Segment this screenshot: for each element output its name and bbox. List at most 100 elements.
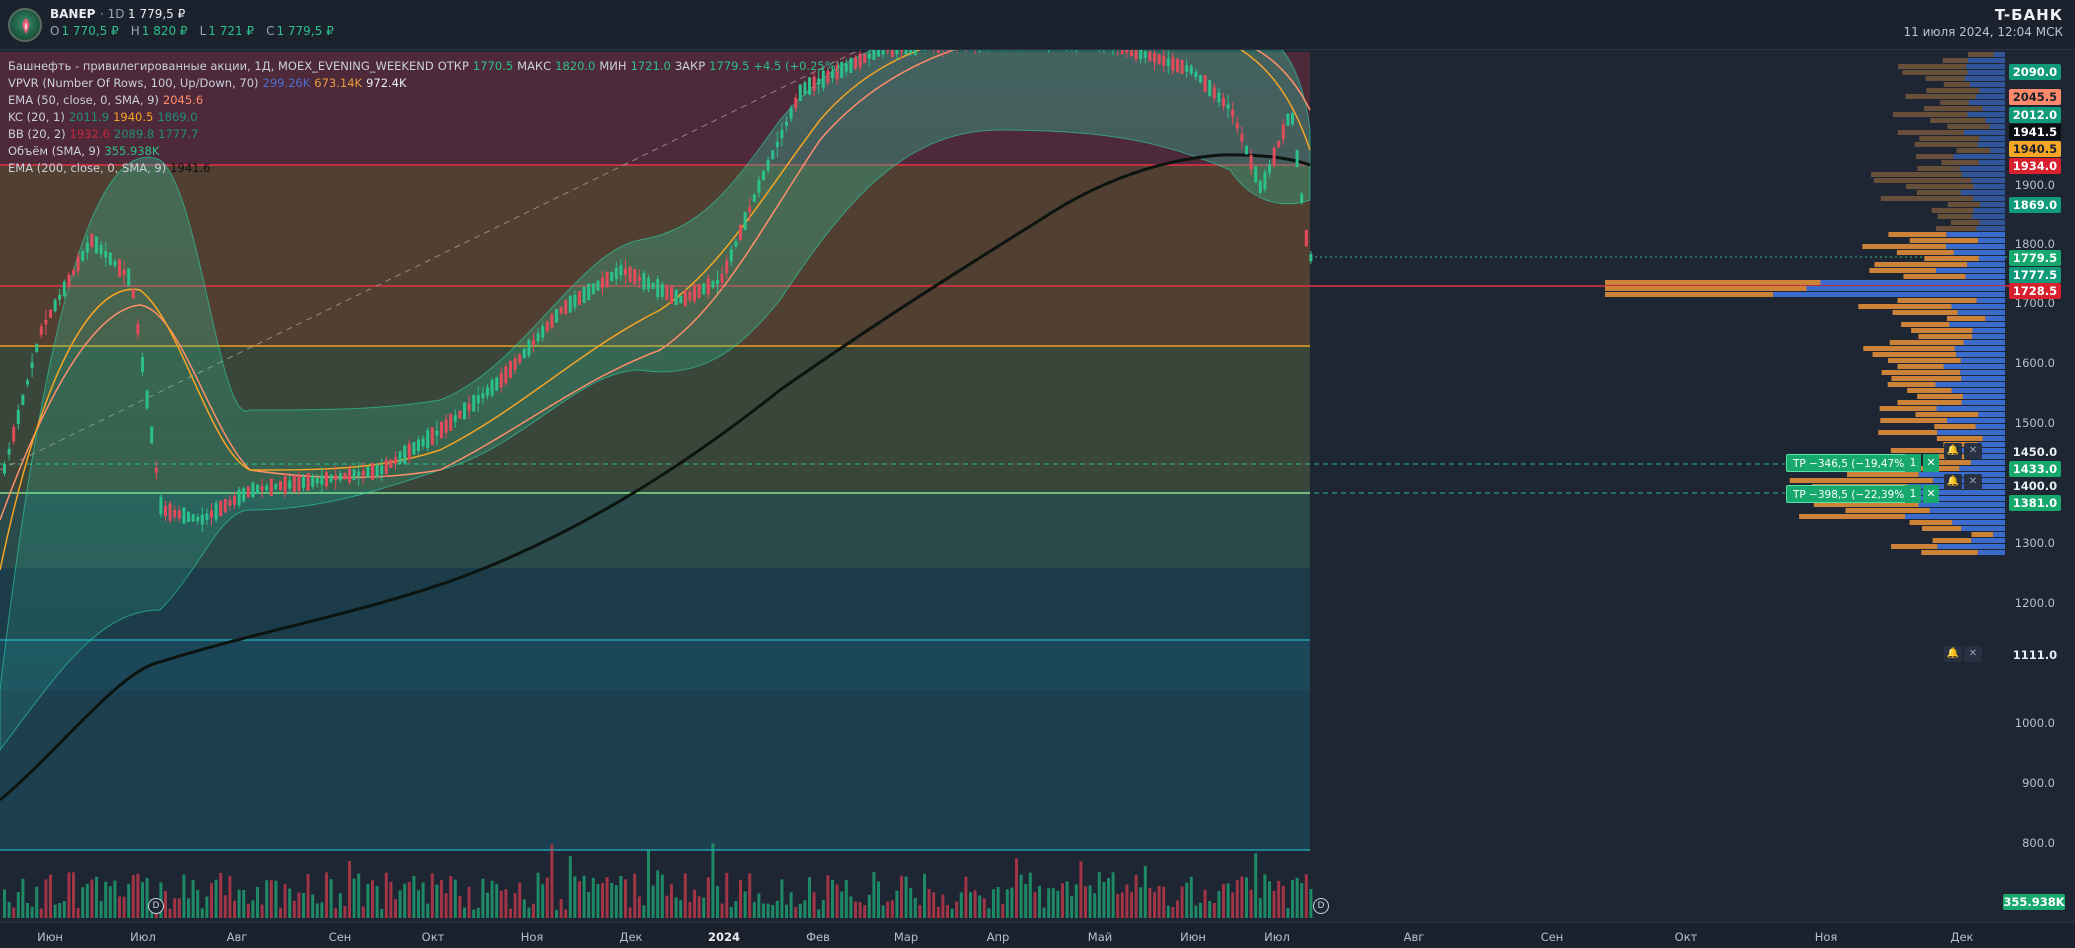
candle-body [320,475,324,485]
ohlc-o: O1 770,5 ₽ [50,24,123,38]
candle-body [472,394,476,412]
volume-bar [992,889,995,918]
volume-bar [95,876,98,918]
volume-bar [969,892,972,918]
candle-body [237,489,241,506]
vpvr-up-bar [1947,418,2005,423]
candle-body [886,50,890,52]
alert-bell-icon[interactable]: 🔔 [1944,474,1962,490]
candle-body [1240,133,1244,142]
candle-body [757,180,761,193]
vpvr-down-bar [1916,154,1954,159]
vpvr-up-bar [1971,538,2005,543]
vpvr-up-bar [1960,358,2005,363]
candle-body [233,495,236,505]
legend-row[interactable]: Объём (SMA, 9) 355.938K [8,143,840,160]
candle-body [357,471,361,477]
vpvr-up-bar [1972,328,2005,333]
candle-body [840,61,844,78]
bashneft-logo-icon [8,8,42,42]
volume-bar [237,889,241,918]
take-profit-order-1[interactable]: TP −346,5 (−19,47%) [1786,454,1916,472]
vpvr-down-bar [1937,214,1973,219]
volume-bar [26,903,29,918]
order-1-qty[interactable]: 1 [1905,454,1921,472]
volume-bar [835,884,839,918]
volume-bar [200,908,204,918]
take-profit-order-2[interactable]: TP −398,5 (−22,39%) [1786,485,1916,503]
close-icon[interactable]: ✕ [1964,474,1982,490]
volume-bar [453,879,457,918]
ohlc-key: L [199,24,207,38]
legend-value: ОТКР [437,59,469,73]
date-axis[interactable]: Июн Июл Авг Сен Окт Ноя Дек 2024 Фев Мар Апр Май Июн… [0,922,2075,948]
close-icon[interactable]: ✕ [1964,443,1982,459]
volume-bar [1189,876,1193,918]
price-chart[interactable] [0,50,2075,922]
volume-bar [279,907,282,918]
legend-value: +4.5 (+0.25%) [753,59,841,73]
vpvr-down-bar [1897,130,1965,135]
legend-row[interactable]: EMA (50, close, 0, SMA, 9) 2045.6 [8,92,840,109]
volume-bar [1019,874,1023,918]
order-1-close-icon[interactable]: ✕ [1923,454,1939,472]
dividend-marker[interactable]: D [148,898,164,914]
candle-body [1176,58,1179,72]
volume-bar [440,880,443,918]
legend-row[interactable]: VPVR (Number Of Rows, 100, Up/Down, 70) 2… [8,75,840,92]
close-icon[interactable]: ✕ [1964,646,1982,662]
volume-bar [297,892,301,918]
volume-bar [729,907,733,918]
alert-bell-icon[interactable]: 🔔 [1944,646,1962,662]
candle-body [122,269,126,276]
date-axis-label: Июл [1264,930,1290,944]
volume-bar [35,886,39,918]
vpvr-up-bar [1967,70,2005,75]
legend-row[interactable]: Башнефть - привилегированные акции, 1Д, … [8,58,840,75]
candle-body [3,464,6,474]
candle-body [463,402,466,420]
volume-bar [890,900,894,918]
volume-bar [743,891,747,918]
volume-bar [458,895,462,918]
legend-row[interactable]: EMA (200, close, 0, SMA, 9) 1941.6 [8,160,840,177]
candle-body [306,473,310,491]
volume-bar [481,878,485,918]
vpvr-down-bar [1941,160,1979,165]
legend-label: Башнефть - привилегированные акции, 1Д, … [8,59,434,73]
volume-bar [12,907,16,918]
date-axis-label: Окт [421,930,445,944]
symbol-name[interactable]: BANEP [50,7,95,21]
ohlc-key: H [130,24,140,38]
volume-bar [909,888,913,918]
vpvr-down-bar [1898,64,1967,69]
volume-bar [260,904,264,918]
volume-bar [311,894,315,918]
legend-row[interactable]: KC (20, 1) 2011.9 1940.5 1869.0 [8,109,840,126]
date-axis-label: Сен [328,930,352,944]
dividend-marker[interactable]: D [1313,898,1329,914]
vpvr-up-bar [1953,250,2005,255]
order-2-qty[interactable]: 1 [1905,485,1921,503]
volume-bar [246,903,250,918]
volume-bar [877,881,880,918]
volume-bar [716,885,719,918]
candle-body [173,509,177,517]
candle-body [748,206,752,213]
candle-body [154,467,158,473]
volume-bar [665,895,669,918]
legend-row[interactable]: BB (20, 2) 1932.6 2089.8 1777.7 [8,126,840,143]
volume-bar [90,879,94,918]
vpvr-down-bar [1915,412,1979,417]
volume-bar [555,909,558,918]
vpvr-down-bar [1892,310,1958,315]
candle-body [1189,66,1193,74]
alert-bell-icon[interactable]: 🔔 [1944,443,1962,459]
candle-body [352,468,356,481]
legend-value: 299.26K [262,76,311,90]
vpvr-down-bar [1946,316,1986,321]
order-2-close-icon[interactable]: ✕ [1923,485,1939,503]
candle-body [288,480,292,489]
candle-body [311,475,315,487]
candle-body [1245,145,1248,155]
